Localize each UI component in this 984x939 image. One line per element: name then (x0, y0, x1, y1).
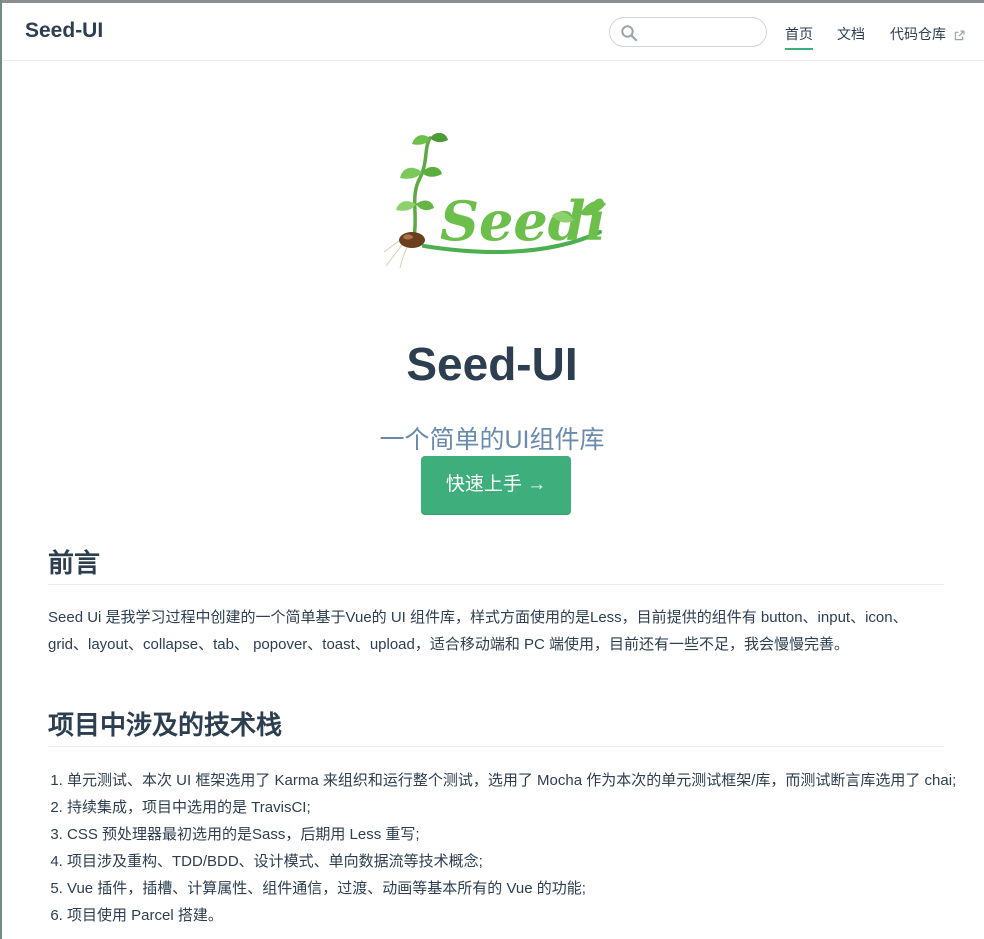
site-name[interactable]: Seed-UI (25, 19, 103, 43)
list-item: Vue 插件，插槽、计算属性、组件通信，过渡、动画等基本所有的 Vue 的功能; (67, 875, 957, 902)
nav-link-home[interactable]: 首页 (785, 24, 813, 50)
nav-link-docs-label: 文档 (837, 26, 865, 42)
seed-logo: Seedi (384, 132, 606, 269)
external-link-icon (954, 30, 965, 41)
nav-link-repo[interactable]: 代码仓库 (890, 24, 965, 44)
window-left-border (0, 0, 2, 939)
list-item: 单元测试、本次 UI 框架选用了 Karma 来组织和运行整个测试，选用了 Mo… (67, 767, 957, 794)
hero-description: 一个简单的UI组件库 (379, 426, 605, 454)
search-box[interactable] (609, 17, 767, 47)
hero-title: Seed-UI (406, 337, 578, 390)
search-icon (621, 25, 638, 42)
list-item: 持续集成，项目中选用的是 TravisCI; (67, 794, 957, 821)
list-item: CSS 预处理器最初选用的是Sass，后期用 Less 重写; (67, 821, 957, 848)
get-started-button[interactable]: 快速上手 → (421, 456, 571, 515)
nav-link-home-label: 首页 (785, 26, 813, 42)
list-item: 项目使用 Parcel 搭建。 (67, 902, 957, 929)
section-heading-tech-stack: 项目中涉及的技术栈 (48, 705, 944, 747)
nav-link-docs[interactable]: 文档 (837, 24, 865, 44)
preface-paragraph: Seed Ui 是我学习过程中创建的一个简单基于Vue的 UI 组件库，样式方面… (48, 609, 908, 653)
nav-link-repo-label: 代码仓库 (890, 26, 946, 42)
list-item: 项目涉及重构、TDD/BDD、设计模式、单向数据流等技术概念; (67, 848, 957, 875)
section-heading-preface: 前言 (48, 543, 944, 585)
tech-stack-list: 单元测试、本次 UI 框架选用了 Karma 来组织和运行整个测试，选用了 Mo… (48, 767, 957, 929)
navbar: Seed-UI 首页 文档 代码仓库 (2, 3, 984, 61)
search-input[interactable] (644, 22, 760, 44)
seed-logo-text: Seedi (440, 189, 606, 253)
